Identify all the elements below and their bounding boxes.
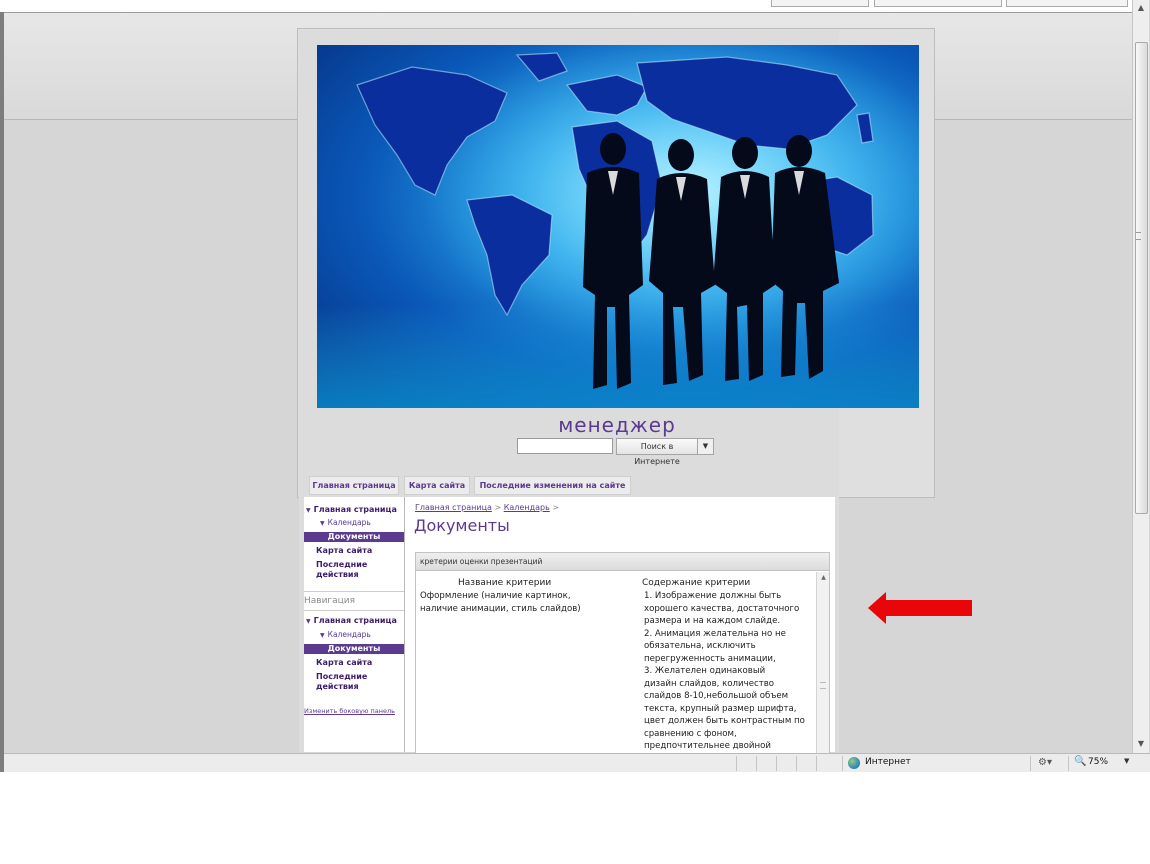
nav-calendar[interactable]: ▼ Календарь [320,630,371,641]
navigation-heading: Навигация [304,596,356,606]
nav-calendar-label: Календарь [327,630,371,639]
text-line: наличие анимации, стиль слайдов) [420,603,581,614]
scroll-up-icon[interactable]: ▲ [1133,0,1149,16]
quicklaunch-documents[interactable]: Документы [304,532,404,542]
divider [304,591,404,592]
scroll-grip-icon [1136,232,1141,240]
status-bar: Интернет ⚙▾ 🔍 75% ▼ [4,753,1150,772]
breadcrumb-separator: > [552,503,560,512]
document-panel: кретерии оценки презентаций Название кри… [415,552,830,754]
scroll-thumb[interactable] [1135,42,1148,514]
status-divider [816,756,817,771]
quicklaunch-sitemap[interactable]: Карта сайта [316,546,402,556]
expand-triangle-icon: ▼ [320,632,325,639]
globe-icon [848,757,860,769]
text-line: дизайн слайдов, количество [644,678,775,689]
text-line: 2. Анимация желательна но не [644,628,786,639]
text-line: хорошего качества, достаточного [644,603,800,614]
toolbar-box[interactable] [771,0,869,7]
nav-sitemap[interactable]: Карта сайта [316,658,402,668]
breadcrumb-home[interactable]: Главная страница [415,503,492,512]
text-line: сравнению с фоном, [644,728,737,739]
browser-top-bar [0,0,1132,13]
scroll-grip-icon [820,682,826,689]
browser-logo-fragment [36,0,50,6]
breadcrumb: Главная страница > Календарь > [415,503,559,512]
vertical-scrollbar[interactable]: ▲ ▼ [1132,0,1149,753]
column-header-name: Название критерии [458,578,552,588]
scroll-up-icon[interactable]: ▲ [817,572,829,584]
text-line: цвет должен быть контрастным по [644,716,805,726]
zoom-icon[interactable]: 🔍 [1074,756,1086,767]
expand-triangle-icon: ▼ [306,507,311,514]
edit-sidebar-link[interactable]: Изменить боковую панель [304,706,395,716]
nav-home-label: Главная страница [313,616,397,625]
security-zone-label: Интернет [865,757,911,767]
content-area: ▼ Главная страница ▼ Календарь Документы К… [304,497,835,754]
chevron-down-icon[interactable]: ▼ [1124,757,1129,765]
status-divider [842,756,843,771]
main-content: Главная страница > Календарь > Документы… [414,497,835,754]
quicklaunch-calendar-label: Календарь [327,518,371,527]
search-scope-button[interactable]: Поиск в Интернете [616,438,698,466]
panel-title: кретерии оценки презентаций [416,553,829,571]
text-line: 1. Изображение должны быть [644,591,782,601]
arrow-left-icon [868,592,972,624]
quick-launch: ▼ Главная страница ▼ Календарь Документы К… [304,497,405,752]
quicklaunch-home[interactable]: ▼ Главная страница [304,505,404,516]
tab-sitemap[interactable]: Карта сайта [404,476,470,495]
quicklaunch-calendar[interactable]: ▼ Календарь [320,518,371,529]
text-line: текста, крупный размер шрифта, [644,703,797,714]
column-header-content: Содержание критерии [642,578,751,588]
text-line: перегруженность анимации, [644,653,776,664]
nav-recent[interactable]: Последние действия [316,672,402,692]
breadcrumb-calendar[interactable]: Календарь [504,503,550,512]
status-divider [1068,756,1069,771]
divider [304,610,404,611]
browser-window: ▲ ▼ менеджер Поиск в Интернете ▼ Главная… [0,0,1150,772]
tab-home[interactable]: Главная страница [309,476,399,495]
text-line: 3. Желателен одинаковый [644,666,766,676]
window-edge [0,12,4,772]
sharepoint-page: менеджер Поиск в Интернете ▼ Главная стр… [299,30,919,754]
quicklaunch-home-label: Главная страница [313,505,397,514]
toolbar-box[interactable] [1006,0,1128,7]
breadcrumb-separator: > [494,503,502,512]
text-line: слайдов 8-10,небольшой объем [644,691,789,701]
text-line: предпочтительнее двойной [644,741,771,751]
panel-body: Название критерии Содержание критерии Оф… [416,572,816,753]
scroll-down-icon[interactable]: ▼ [1133,736,1149,752]
banner-image [317,45,919,408]
site-title: менеджер [558,413,676,437]
expand-triangle-icon: ▼ [306,618,311,625]
quicklaunch-recent[interactable]: Последние действия [316,560,402,580]
criteria-name-cell: Оформление (наличие картинок, наличие ан… [420,590,581,615]
chevron-down-icon[interactable]: ▼ [697,438,714,455]
text-line: Оформление (наличие картинок, [420,591,571,601]
page-title: Документы [414,516,510,535]
status-divider [756,756,757,771]
status-divider [736,756,737,771]
zoom-level[interactable]: 75% [1088,757,1108,767]
status-divider [776,756,777,771]
nav-home[interactable]: ▼ Главная страница [304,616,404,627]
expand-triangle-icon: ▼ [320,520,325,527]
criteria-content-cell: 1. Изображение должны быть хорошего каче… [644,590,805,753]
panel-scrollbar[interactable]: ▲ [816,572,829,753]
text-line: обязательна, исключить [644,641,756,651]
status-divider [1030,756,1031,771]
security-icon[interactable]: ⚙▾ [1038,757,1052,768]
tab-recent-changes[interactable]: Последние изменения на сайте [474,476,631,495]
status-divider [796,756,797,771]
nav-documents[interactable]: Документы [304,644,404,654]
toolbar-box[interactable] [874,0,1002,7]
search-input[interactable] [517,438,613,454]
text-line: размера и на каждом слайде. [644,616,781,626]
